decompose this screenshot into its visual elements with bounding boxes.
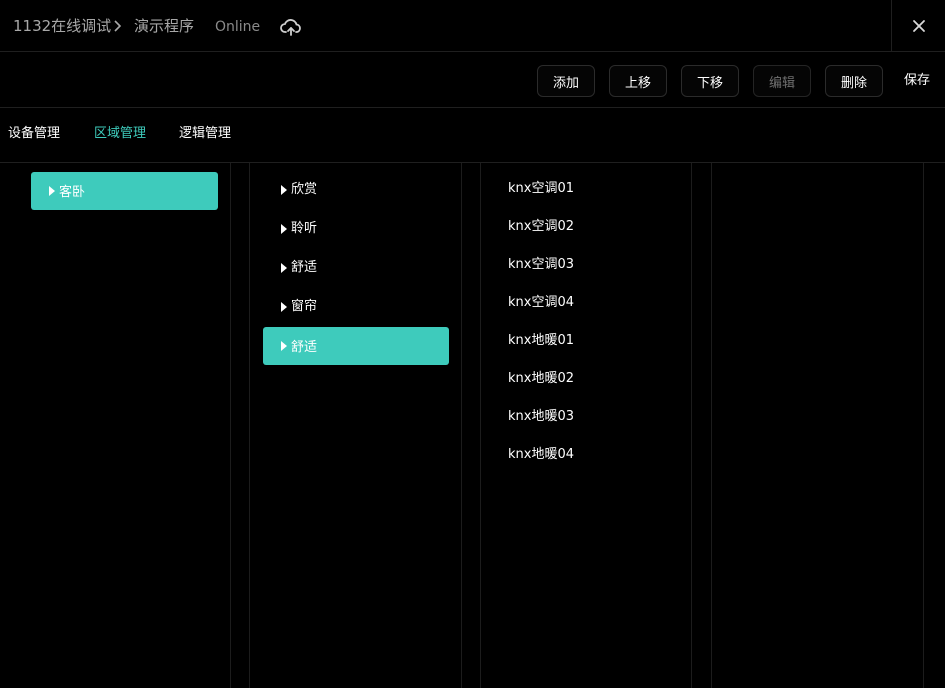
edit-button[interactable]: 编辑: [753, 65, 811, 97]
sub-area-label: 欣赏: [291, 182, 318, 197]
column-divider: [480, 163, 481, 688]
toolbar: 添加 上移 下移 编辑 删除 保存: [0, 52, 945, 108]
device-item[interactable]: knx地暖02: [508, 369, 574, 389]
device-item[interactable]: knx空调02: [508, 217, 574, 237]
close-icon: [913, 20, 925, 32]
cloud-sync-icon[interactable]: [280, 16, 302, 38]
save-button[interactable]: 保存: [904, 73, 930, 89]
device-item[interactable]: knx空调01: [508, 179, 574, 199]
header-bar: 1132在线调试 演示程序 Online: [0, 0, 945, 52]
column-divider: [691, 163, 692, 688]
caret-right-icon: [281, 302, 287, 312]
device-item[interactable]: knx地暖01: [508, 331, 574, 351]
connection-status: Online: [215, 19, 261, 35]
chevron-right-icon: [114, 20, 122, 32]
move-up-button[interactable]: 上移: [609, 65, 667, 97]
device-item[interactable]: knx地暖03: [508, 407, 574, 427]
sub-area-label: 聆听: [291, 221, 318, 236]
caret-right-icon: [281, 224, 287, 234]
caret-right-icon: [281, 263, 287, 273]
sub-area-label: 窗帘: [291, 299, 318, 314]
column-divider: [711, 163, 712, 688]
close-button[interactable]: [891, 0, 945, 52]
tab-bar: 设备管理 区域管理 逻辑管理: [0, 108, 945, 163]
tab-device-management[interactable]: 设备管理: [8, 126, 60, 142]
caret-right-icon: [281, 185, 287, 195]
add-button[interactable]: 添加: [537, 65, 595, 97]
device-item[interactable]: knx地暖04: [508, 445, 574, 465]
move-down-button[interactable]: 下移: [681, 65, 739, 97]
area-item-label: 客卧: [59, 185, 86, 200]
caret-right-icon: [281, 341, 287, 351]
column-divider: [923, 163, 924, 688]
tab-logic-management[interactable]: 逻辑管理: [179, 126, 231, 142]
sub-area-label: 舒适: [291, 340, 318, 355]
sub-area-label: 舒适: [291, 260, 318, 275]
column-divider: [461, 163, 462, 688]
breadcrumb-project[interactable]: 1132在线调试: [13, 15, 111, 37]
caret-right-icon: [49, 186, 55, 196]
area-item-selected[interactable]: 客卧: [31, 172, 218, 210]
delete-button[interactable]: 删除: [825, 65, 883, 97]
column-divider: [230, 163, 231, 688]
column-divider: [249, 163, 250, 688]
sub-area-item-selected[interactable]: 舒适: [263, 327, 449, 365]
breadcrumb-program: 演示程序: [134, 17, 195, 35]
device-item[interactable]: knx空调03: [508, 255, 574, 275]
device-item[interactable]: knx空调04: [508, 293, 574, 313]
tab-area-management[interactable]: 区域管理: [94, 126, 146, 142]
